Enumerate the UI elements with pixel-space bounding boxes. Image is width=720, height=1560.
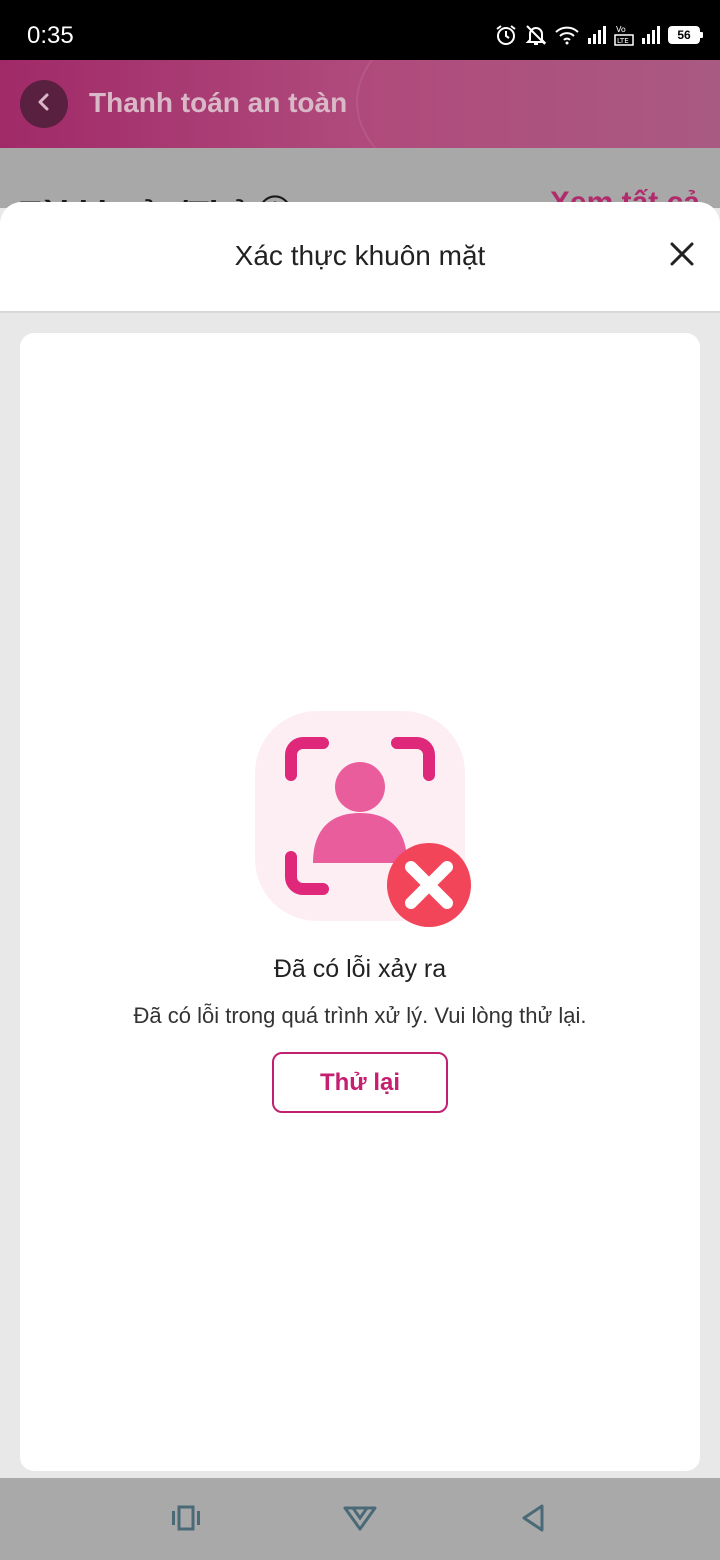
error-title: Đã có lỗi xảy ra (273, 955, 447, 983)
status-bar: 0:35 Vo LTE 56 (0, 0, 720, 60)
error-card: Đã có lỗi xảy ra Đã có lỗi trong quá trì… (20, 333, 700, 1471)
svg-text:Vo: Vo (616, 25, 626, 34)
close-icon (668, 242, 696, 272)
status-icons: Vo LTE 56 (494, 20, 703, 50)
error-message: Đã có lỗi trong quá trình xử lý. Vui lòn… (133, 1003, 587, 1028)
volte-icon: Vo LTE (614, 23, 634, 47)
sheet-title: Xác thực khuôn mặt (234, 240, 486, 271)
signal-icon (640, 24, 662, 46)
retry-button[interactable]: Thử lại (272, 1052, 448, 1113)
battery-icon: 56 (668, 26, 703, 44)
face-scan-error-icon (255, 711, 475, 931)
recent-apps-button[interactable] (168, 1502, 204, 1538)
home-icon (343, 1505, 377, 1536)
face-verification-sheet: Xác thực khuôn mặt Đã có lỗi xảy ra Đã c… (0, 202, 720, 1478)
status-time: 0:35 (27, 22, 74, 49)
bell-off-icon (524, 23, 548, 47)
chevron-left-icon (34, 92, 54, 117)
signal-icon (586, 24, 608, 46)
background-content: Tài khoản/Thẻ ⓘ Xem tất cả (0, 148, 720, 208)
sheet-header: Xác thực khuôn mặt (0, 202, 720, 313)
alarm-icon (494, 23, 518, 47)
wifi-icon (554, 24, 580, 46)
close-button[interactable] (668, 240, 696, 268)
system-nav-bar (0, 1478, 720, 1560)
back-icon (520, 1503, 546, 1538)
back-button[interactable] (20, 80, 68, 128)
home-button[interactable] (342, 1502, 378, 1538)
svg-text:LTE: LTE (617, 37, 629, 45)
recent-apps-icon (170, 1505, 202, 1536)
app-bar-decoration (356, 60, 720, 148)
back-nav-button[interactable] (515, 1502, 551, 1538)
app-bar: Thanh toán an toàn (0, 60, 720, 148)
page-title: Thanh toán an toàn (89, 87, 348, 118)
